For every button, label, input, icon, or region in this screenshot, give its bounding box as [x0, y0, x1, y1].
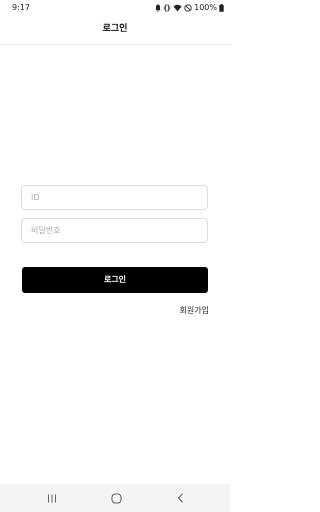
- status-icons: 100%: [155, 2, 224, 13]
- notification-icon: [155, 4, 161, 12]
- signup-link[interactable]: 회원가입: [180, 305, 209, 316]
- status-bar: 9:17 100%: [0, 0, 230, 16]
- password-input[interactable]: [21, 218, 208, 243]
- status-time: 9:17: [12, 3, 30, 12]
- battery-percent: 100%: [194, 3, 217, 12]
- recent-apps-icon[interactable]: [42, 490, 62, 506]
- app-header: 로그인: [0, 16, 230, 45]
- back-icon[interactable]: [170, 490, 190, 506]
- system-nav-bar: [0, 484, 230, 512]
- wifi-icon: [173, 4, 182, 12]
- battery-icon: [219, 3, 224, 12]
- do-not-disturb-icon: [184, 3, 192, 12]
- login-button[interactable]: 로그인: [22, 267, 208, 293]
- id-input[interactable]: [21, 185, 208, 210]
- page-title: 로그인: [102, 24, 128, 34]
- vibrate-icon: [163, 4, 171, 12]
- home-icon[interactable]: [106, 490, 126, 506]
